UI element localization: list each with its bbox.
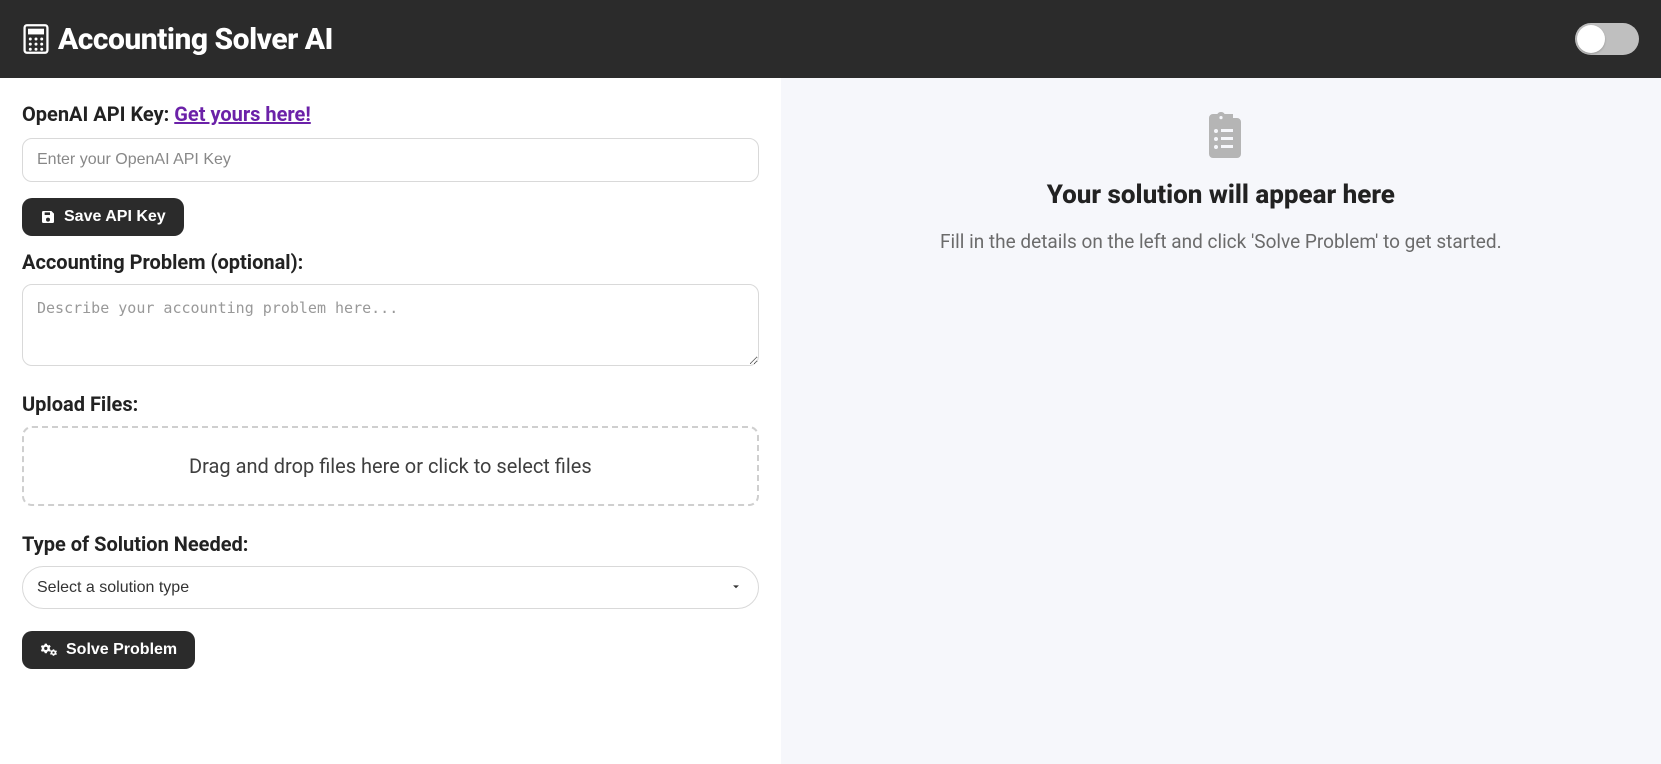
app-header: Accounting Solver AI [0,0,1661,78]
problem-label: Accounting Problem (optional): [22,250,759,274]
api-key-label: OpenAI API Key: Get yours here! [22,102,759,126]
solution-type-label: Type of Solution Needed: [22,532,759,556]
result-subtitle: Fill in the details on the left and clic… [801,230,1641,253]
file-dropzone[interactable]: Drag and drop files here or click to sel… [22,426,759,506]
content: OpenAI API Key: Get yours here! Save API… [0,78,1661,764]
theme-toggle[interactable] [1575,23,1639,55]
problem-textarea[interactable] [22,284,759,366]
app-title: Accounting Solver AI [58,22,333,57]
solve-problem-label: Solve Problem [66,641,177,659]
get-api-key-link[interactable]: Get yours here! [174,102,311,126]
save-api-key-label: Save API Key [64,208,166,226]
calculator-icon [22,23,50,55]
clipboard-list-icon [1197,108,1245,164]
dropzone-text: Drag and drop files here or click to sel… [189,454,592,478]
result-panel: Your solution will appear here Fill in t… [781,78,1661,764]
theme-toggle-knob [1577,25,1605,53]
save-api-key-button[interactable]: Save API Key [22,198,184,236]
app-title-wrap: Accounting Solver AI [22,22,333,57]
api-key-label-text: OpenAI API Key: [22,102,174,126]
solve-problem-button[interactable]: Solve Problem [22,631,195,669]
upload-label: Upload Files: [22,392,759,416]
result-title: Your solution will appear here [801,180,1641,210]
gears-icon [40,642,58,658]
save-icon [40,209,56,225]
api-key-input[interactable] [22,138,759,182]
solution-type-select[interactable]: Select a solution type [22,566,759,609]
form-panel: OpenAI API Key: Get yours here! Save API… [0,78,781,764]
solution-type-select-wrap: Select a solution type [22,566,759,609]
